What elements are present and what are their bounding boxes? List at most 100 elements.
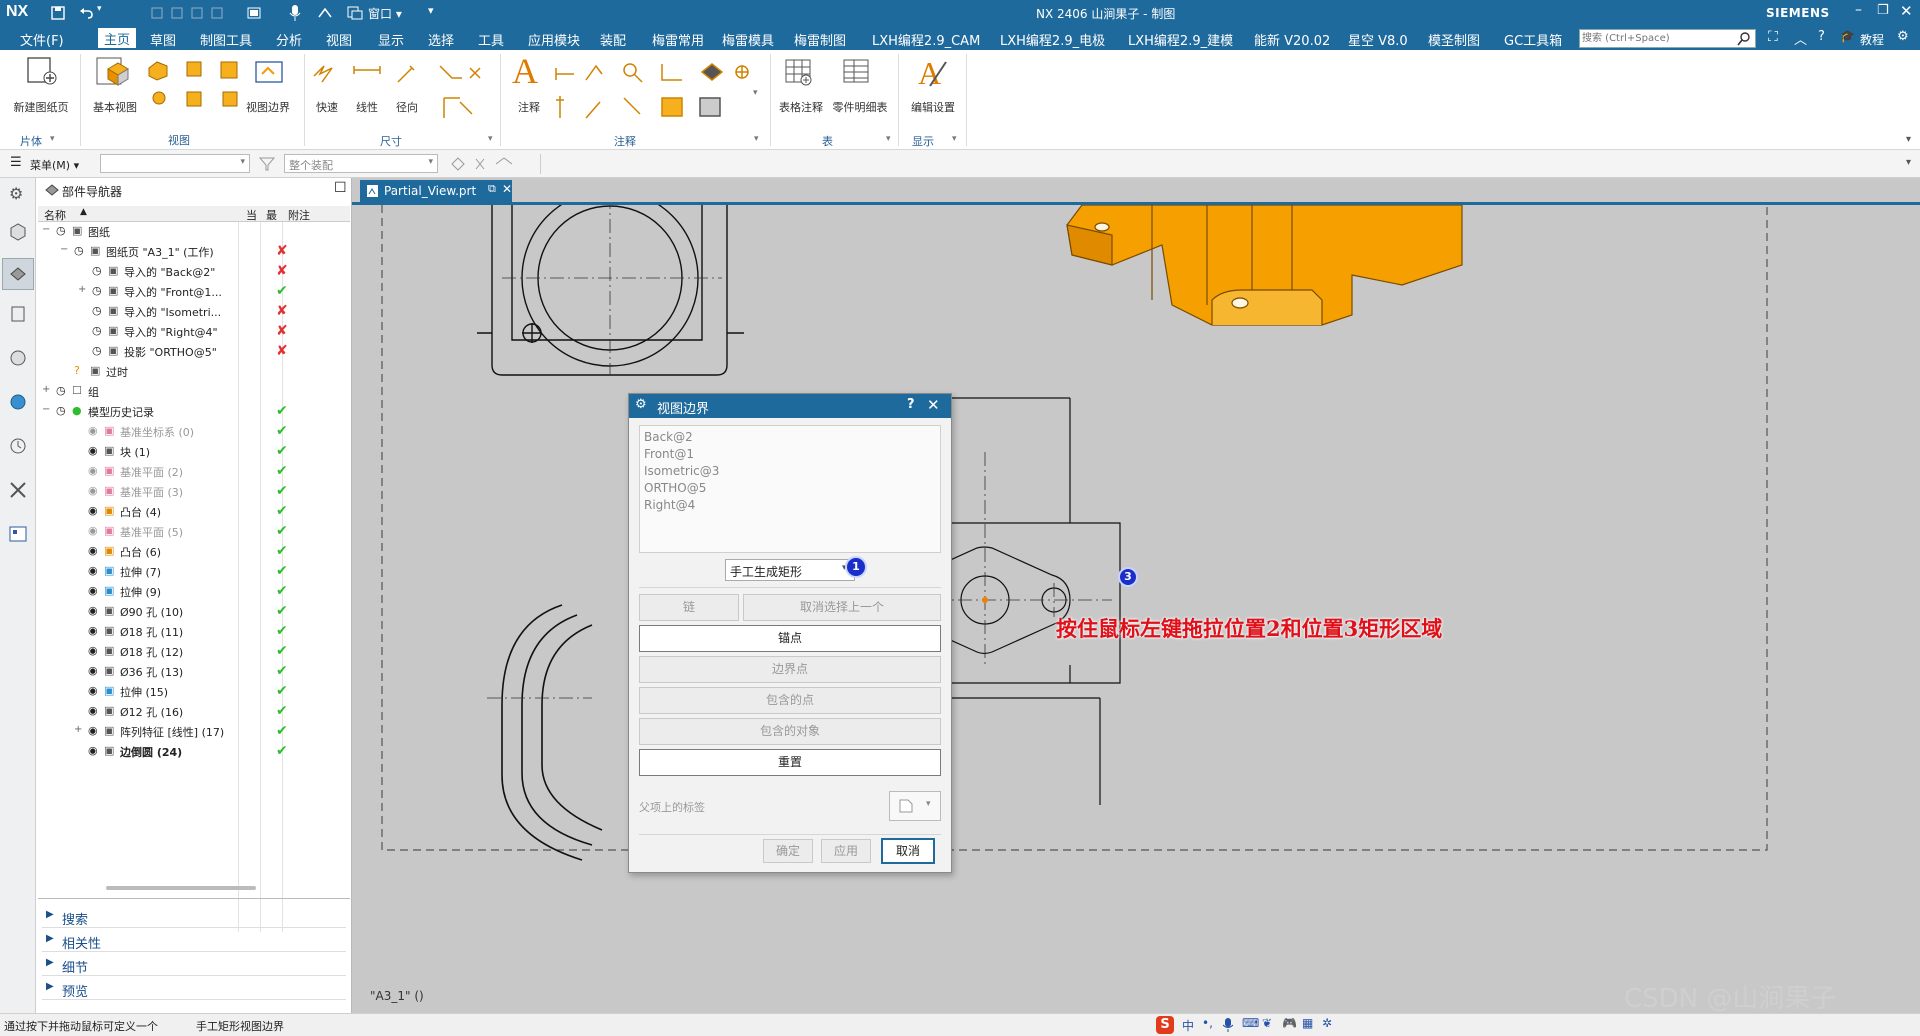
- tutorial-link[interactable]: 教程: [1860, 31, 1884, 48]
- label-style-select[interactable]: ▾: [889, 791, 941, 821]
- col-name[interactable]: 名称: [44, 207, 66, 223]
- tree-row[interactable]: ◉ ▣ 基准平面 (2) ✔: [36, 462, 352, 482]
- deselect-last-button[interactable]: 取消选择上一个: [743, 594, 941, 621]
- tree-row[interactable]: ◉ ▣ 拉伸 (7) ✔: [36, 562, 352, 582]
- tree-row[interactable]: ◉ ▣ Ø18 孔 (12) ✔: [36, 642, 352, 662]
- tree-row[interactable]: + ◉ ▣ 阵列特征 [线性] (17) ✔: [36, 722, 352, 742]
- ime-microphone-icon[interactable]: [1222, 1017, 1234, 1033]
- menu-tab[interactable]: 星空 V8.0: [1348, 30, 1408, 49]
- view-tool-icons[interactable]: [143, 56, 253, 126]
- group-expand-icon[interactable]: ▾: [50, 134, 55, 144]
- ribbon-options-icon[interactable]: ▾: [1906, 134, 1911, 145]
- menu-tab[interactable]: LXH编程2.9_建模: [1128, 30, 1233, 49]
- menu-tab[interactable]: 显示: [378, 30, 404, 49]
- tree-row[interactable]: ◷ ▣ 导入的 "Isometri... ✘: [36, 302, 352, 322]
- navigator-section[interactable]: ▶ 细节: [42, 954, 346, 976]
- visibility-eye-icon[interactable]: ◉: [88, 464, 98, 477]
- menu-tab[interactable]: LXH编程2.9_CAM: [872, 30, 980, 49]
- linear-dimension-label[interactable]: 线性: [352, 99, 382, 115]
- visibility-eye-icon[interactable]: ◉: [88, 664, 98, 677]
- tree-row[interactable]: ◉ ▣ 凸台 (6) ✔: [36, 542, 352, 562]
- tree-row[interactable]: ◉ ▣ 块 (1) ✔: [36, 442, 352, 462]
- navigator-section[interactable]: ▶ 预览: [42, 978, 346, 1000]
- type-filter-select[interactable]: ▾: [100, 154, 250, 173]
- navigator-section[interactable]: ▶ 相关性: [42, 930, 346, 952]
- included-points-button[interactable]: 包含的点: [639, 687, 941, 714]
- maximize-panel-icon[interactable]: ☐: [334, 180, 347, 196]
- base-view-icon[interactable]: [94, 55, 134, 91]
- menu-tab[interactable]: 选择: [428, 30, 454, 49]
- menu-hamburger-icon[interactable]: ☰: [10, 155, 22, 170]
- item-state-icon[interactable]: ◷: [74, 244, 84, 257]
- view-list[interactable]: Back@2 Front@1 Isometric@3 ORTHO@5 Right@4: [639, 425, 941, 553]
- item-state-icon[interactable]: ◷: [56, 384, 66, 397]
- drawing-sheet[interactable]: [352, 205, 1920, 1013]
- visibility-eye-icon[interactable]: ◉: [88, 544, 98, 557]
- group-expand-icon[interactable]: ▾: [886, 134, 891, 144]
- tree-row[interactable]: ◷ ▣ 导入的 "Right@4" ✘: [36, 322, 352, 342]
- menu-tab[interactable]: 能新 V20.02: [1254, 30, 1330, 49]
- edit-settings-label[interactable]: 编辑设置: [906, 99, 960, 115]
- view-list-item[interactable]: Isometric@3: [644, 464, 934, 481]
- group-expand-icon[interactable]: ▾: [488, 134, 493, 144]
- annotation-tool-icons[interactable]: [552, 58, 752, 130]
- table-note-icon[interactable]: [784, 58, 814, 88]
- menu-tab[interactable]: 装配: [600, 30, 626, 49]
- group-expand-icon[interactable]: ▾: [952, 134, 957, 144]
- item-state-icon[interactable]: ◷: [56, 404, 66, 417]
- item-state-icon[interactable]: ◷: [92, 324, 102, 337]
- undo-dropdown-icon[interactable]: ▾: [97, 4, 102, 14]
- tree-row[interactable]: ? ▣ 过时: [36, 362, 352, 382]
- item-state-icon[interactable]: ◷: [56, 224, 66, 237]
- horizontal-scrollbar[interactable]: [106, 886, 256, 890]
- process-studio-icon[interactable]: [8, 480, 28, 500]
- tree-row[interactable]: ◉ ▣ Ø90 孔 (10) ✔: [36, 602, 352, 622]
- tree-row[interactable]: ◉ ▣ Ø12 孔 (16) ✔: [36, 702, 352, 722]
- visibility-eye-icon[interactable]: ◉: [88, 704, 98, 717]
- menu-tab[interactable]: 主页: [98, 28, 137, 48]
- sort-ascending-icon[interactable]: ▲: [80, 207, 87, 217]
- expand-toggle-icon[interactable]: −: [60, 244, 68, 255]
- included-objects-button[interactable]: 包含的对象: [639, 718, 941, 745]
- search-input[interactable]: [1582, 31, 1732, 46]
- expand-toggle-icon[interactable]: +: [74, 724, 82, 735]
- menu-tab[interactable]: 工具: [478, 30, 504, 49]
- scope-select[interactable]: 整个装配 ▾: [284, 154, 438, 173]
- close-button[interactable]: ✕: [1900, 2, 1913, 20]
- menu-tab[interactable]: 应用模块: [528, 30, 580, 49]
- cancel-button[interactable]: 取消: [881, 838, 935, 864]
- view-list-item[interactable]: Front@1: [644, 447, 934, 464]
- part-navigator-icon[interactable]: [8, 264, 28, 284]
- microphone-icon[interactable]: [288, 4, 302, 22]
- graphics-window[interactable]: Partial_View.prt ⧉ ✕ 3 按住鼠标左键拖拉位置2和位置3矩形…: [352, 178, 1920, 1014]
- view-boundary-label[interactable]: 视图边界: [237, 99, 299, 115]
- fullscreen-icon[interactable]: ⛶: [1768, 29, 1778, 45]
- snap-icons[interactable]: [448, 155, 528, 173]
- minimize-button[interactable]: –: [1855, 2, 1862, 18]
- col-comment[interactable]: 附注: [288, 207, 310, 223]
- punctuation-icon[interactable]: •,: [1202, 1016, 1213, 1030]
- item-state-icon[interactable]: ◷: [92, 304, 102, 317]
- menu-tab[interactable]: 制图工具: [200, 30, 252, 49]
- table-note-label[interactable]: 表格注释: [776, 99, 826, 115]
- roles-icon[interactable]: [8, 524, 28, 544]
- skin-icon[interactable]: ❦: [1262, 1016, 1272, 1030]
- parts-list-label[interactable]: 零件明细表: [830, 99, 890, 115]
- tree-row[interactable]: − ◷ ▣ 图纸页 "A3_1" (工作) ✘: [36, 242, 352, 262]
- tree-row[interactable]: ◉ ▣ 拉伸 (9) ✔: [36, 582, 352, 602]
- new-sheet-label[interactable]: 新建图纸页: [10, 99, 72, 115]
- boundary-type-select[interactable]: 手工生成矩形 ▾: [725, 559, 855, 581]
- undo-icon[interactable]: [78, 5, 94, 21]
- restore-button[interactable]: ❐: [1877, 3, 1889, 18]
- file-menu[interactable]: 文件(F): [20, 30, 64, 49]
- item-state-icon[interactable]: ◷: [92, 284, 102, 297]
- visibility-eye-icon[interactable]: ◉: [88, 644, 98, 657]
- visibility-eye-icon[interactable]: ◉: [88, 564, 98, 577]
- boundary-point-button[interactable]: 边界点: [639, 656, 941, 683]
- close-tab-icon[interactable]: ✕: [502, 182, 512, 196]
- base-view-label[interactable]: 基本视图: [85, 99, 145, 115]
- item-state-icon[interactable]: ?: [74, 364, 80, 377]
- pin-icon[interactable]: ⧉: [488, 182, 496, 196]
- view-icon[interactable]: [246, 5, 262, 21]
- tree-row[interactable]: − ◷ ● 模型历史记录 ✔: [36, 402, 352, 422]
